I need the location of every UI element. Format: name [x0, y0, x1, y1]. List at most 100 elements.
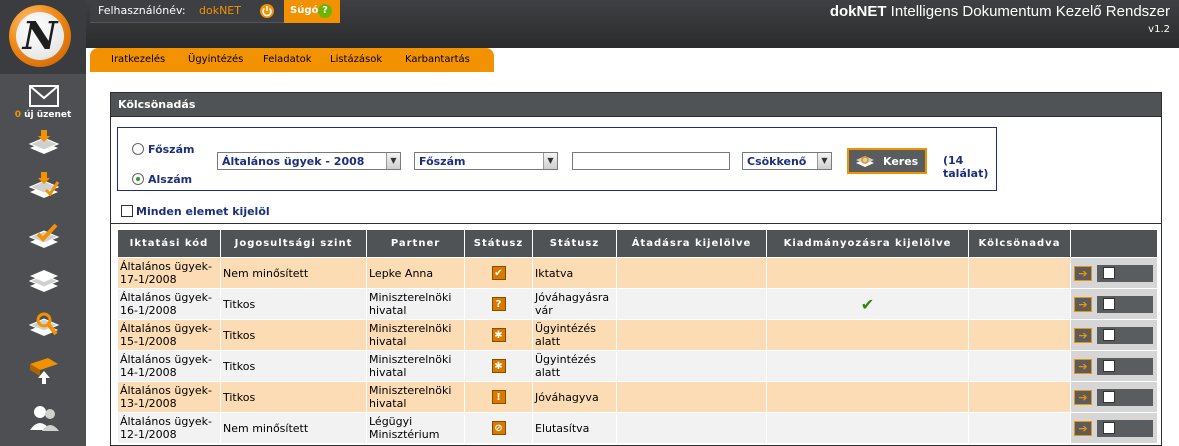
menu-item-ugyintezes[interactable]: Ügyintézés	[188, 54, 243, 65]
col-header-actions	[1070, 229, 1158, 258]
search-stack-icon[interactable]	[28, 310, 60, 338]
arrow-right-icon[interactable]: ➔	[1074, 421, 1092, 436]
search-button[interactable]: Keres	[847, 148, 927, 174]
panel-header: Kölcsönadás	[111, 93, 1161, 117]
row-checkbox[interactable]	[1103, 329, 1115, 341]
field-select[interactable]: Főszám ▼	[414, 152, 558, 170]
sidebar: N 0 új üzenet	[0, 0, 86, 446]
cell-actions: ➔	[1070, 288, 1158, 320]
radio-alszam[interactable]	[132, 173, 144, 185]
status-rejected-icon: ⊘	[491, 421, 506, 435]
table-row[interactable]: Általános ügyek-16-1/2008 Titkos Miniszt…	[117, 288, 1158, 320]
col-header-lent[interactable]: Kölcsönadva	[968, 229, 1071, 258]
select-all-label[interactable]: Minden elemet kijelöl	[136, 205, 270, 218]
search-input[interactable]	[572, 152, 730, 170]
menu-item-listazasok[interactable]: Listázások	[330, 54, 382, 65]
col-header-signing[interactable]: Kiadmányozásra kijelölve	[766, 229, 969, 258]
cell-level: Nem minősített	[220, 412, 367, 444]
col-header-partner[interactable]: Partner	[366, 229, 465, 258]
divider	[111, 223, 1161, 224]
cell-lent	[968, 350, 1071, 382]
cell-status: Iktatva	[532, 257, 617, 289]
status-approved-icon: !	[491, 390, 506, 404]
year-select[interactable]: Általános ügyek - 2008 ▼	[217, 152, 401, 170]
logout-icon[interactable]	[260, 4, 274, 18]
table-row[interactable]: Általános ügyek-15-1/2008 Titkos Miniszt…	[117, 319, 1158, 351]
cell-partner: Miniszterelnöki hivatal	[366, 288, 465, 320]
table-row[interactable]: Általános ügyek-17-1/2008 Nem minősített…	[117, 257, 1158, 289]
panel-title: Kölcsönadás	[118, 98, 196, 111]
cell-code: Általános ügyek-12-1/2008	[117, 412, 221, 444]
table-row[interactable]: Általános ügyek-14-1/2008 Titkos Miniszt…	[117, 350, 1158, 382]
arrow-right-icon[interactable]: ➔	[1074, 359, 1092, 374]
row-checkbox[interactable]	[1103, 391, 1115, 403]
cell-signing	[766, 319, 969, 351]
cell-partner: Légügyi Minisztérium	[366, 412, 465, 444]
inbox-stack-icon[interactable]	[28, 130, 60, 158]
arrow-right-icon[interactable]: ➔	[1074, 390, 1092, 405]
cell-actions: ➔	[1070, 350, 1158, 382]
order-select[interactable]: Csökkenő ▼	[742, 152, 832, 170]
cell-partner: Lepke Anna	[366, 257, 465, 289]
cell-signing: ✔	[766, 288, 969, 320]
row-checkbox[interactable]	[1103, 360, 1115, 372]
users-icon[interactable]	[28, 404, 60, 432]
menu-item-iratkezeles[interactable]: Iratkezelés	[111, 54, 165, 65]
status-in-progress-icon: ✱	[491, 328, 506, 342]
new-messages-label[interactable]: 0 új üzenet	[0, 110, 86, 120]
col-header-handover[interactable]: Átadásra kijelölve	[616, 229, 767, 258]
radio-foszam-label[interactable]: Főszám	[148, 143, 194, 156]
arrow-right-icon[interactable]: ➔	[1074, 266, 1092, 281]
arrow-right-icon[interactable]: ➔	[1074, 328, 1092, 343]
cell-level: Titkos	[220, 381, 367, 413]
cell-signing	[766, 412, 969, 444]
table-row[interactable]: Általános ügyek-13-1/2008 Titkos Miniszt…	[117, 381, 1158, 413]
col-header-level[interactable]: Jogosultsági szint	[220, 229, 367, 258]
cell-partner: Miniszterelnöki hivatal	[366, 319, 465, 351]
download-stack-icon[interactable]	[28, 172, 60, 200]
logo-area: N	[0, 0, 86, 74]
export-icon[interactable]	[28, 356, 60, 384]
cell-lent	[968, 412, 1071, 444]
cell-handover	[616, 257, 767, 289]
col-header-status-icon[interactable]: Státusz	[464, 229, 533, 258]
cell-code: Általános ügyek-16-1/2008	[117, 288, 221, 320]
user-info: Felhasználónév: dokNET Súgó ?	[90, 0, 340, 23]
envelope-icon[interactable]	[28, 82, 60, 110]
arrow-right-icon[interactable]: ➔	[1074, 297, 1092, 312]
cell-level: Titkos	[220, 350, 367, 382]
radio-foszam[interactable]	[132, 143, 144, 155]
row-checkbox[interactable]	[1103, 422, 1115, 434]
menu-item-karbantartas[interactable]: Karbantartás	[405, 54, 470, 65]
result-count: (14 találat)	[943, 154, 989, 180]
table-row[interactable]: Általános ügyek-12-1/2008 Nem minősített…	[117, 412, 1158, 444]
cell-handover	[616, 381, 767, 413]
status-registered-icon: ✔	[491, 266, 506, 280]
cell-signing	[766, 350, 969, 382]
cell-signing	[766, 381, 969, 413]
col-header-code[interactable]: Iktatási kód	[117, 229, 221, 258]
logo-letter: N	[22, 13, 58, 58]
help-button[interactable]: Súgó ?	[284, 0, 340, 23]
chevron-down-icon: ▼	[817, 153, 831, 169]
cell-code: Általános ügyek-14-1/2008	[117, 350, 221, 382]
cell-lent	[968, 257, 1071, 289]
col-header-status[interactable]: Státusz	[532, 229, 617, 258]
cell-handover	[616, 350, 767, 382]
cell-actions: ➔	[1070, 319, 1158, 351]
row-checkbox[interactable]	[1103, 298, 1115, 310]
row-checkbox[interactable]	[1103, 267, 1115, 279]
status-in-progress-icon: ✱	[491, 359, 506, 373]
approve-stack-icon[interactable]	[28, 222, 60, 250]
cell-handover	[616, 288, 767, 320]
radio-alszam-label[interactable]: Alszám	[148, 173, 192, 186]
cell-level: Titkos	[220, 319, 367, 351]
document-stack-icon[interactable]	[28, 266, 60, 294]
select-all-checkbox[interactable]	[121, 205, 133, 217]
cell-level: Titkos	[220, 288, 367, 320]
chevron-down-icon: ▼	[543, 153, 557, 169]
cell-signing	[766, 257, 969, 289]
menu-item-feladatok[interactable]: Feladatok	[263, 54, 312, 65]
app-logo[interactable]: N	[9, 5, 71, 67]
top-bar: Felhasználónév: dokNET Súgó ? dokNET Int…	[86, 0, 1179, 48]
